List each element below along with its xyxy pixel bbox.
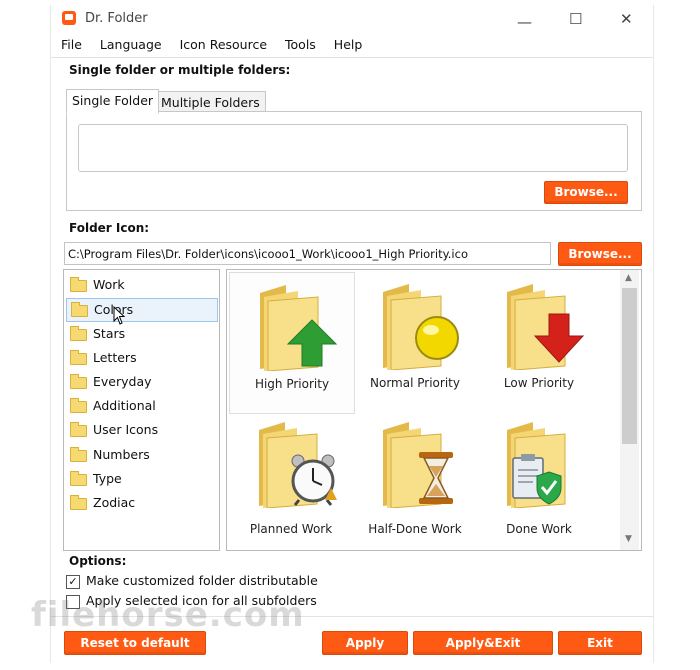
scroll-down-icon[interactable]: ▼: [625, 534, 632, 544]
maximize-icon[interactable]: ☐: [569, 10, 582, 28]
folder-icon: [70, 326, 87, 341]
section-heading-folder-icon: Folder Icon:: [69, 221, 150, 235]
close-icon[interactable]: ✕: [620, 10, 633, 28]
scrollbar[interactable]: ▲ ▼: [620, 270, 639, 550]
folder-icon: [70, 422, 87, 437]
icon-label: Half-Done Work: [368, 522, 462, 536]
hourglass-icon: [419, 452, 453, 504]
apply-exit-button[interactable]: Apply&Exit: [413, 631, 553, 655]
menu-bar: File Language Icon Resource Tools Help: [61, 37, 376, 55]
icon-item-planned-work[interactable]: Planned Work: [229, 410, 353, 550]
folder-icon: [70, 447, 87, 462]
tree-item-letters[interactable]: Letters: [70, 347, 215, 369]
icon-item-low-priority[interactable]: Low Priority: [477, 272, 601, 412]
menu-language[interactable]: Language: [100, 37, 162, 52]
apply-button[interactable]: Apply: [322, 631, 408, 655]
tree-item-work[interactable]: Work: [70, 274, 215, 296]
distributable-checkbox[interactable]: ✓: [66, 575, 80, 589]
browse-folder-button[interactable]: Browse...: [544, 181, 628, 204]
exit-button[interactable]: Exit: [558, 631, 642, 655]
scroll-thumb[interactable]: [622, 288, 637, 444]
reset-button[interactable]: Reset to default: [64, 631, 206, 655]
icon-item-half-done-work[interactable]: Half-Done Work: [353, 410, 477, 550]
icon-label: High Priority: [254, 377, 330, 391]
icon-label: Done Work: [506, 522, 572, 536]
menu-help[interactable]: Help: [334, 37, 363, 52]
circle-icon: [415, 316, 459, 360]
mouse-cursor-icon: [113, 306, 126, 325]
title-bar: Dr. Folder — ☐ ✕: [51, 5, 653, 35]
app-icon: [62, 11, 76, 25]
folder-icon: [70, 471, 87, 486]
down-arrow-icon: [533, 313, 585, 363]
scroll-up-icon[interactable]: ▲: [625, 273, 632, 283]
tree-item-type[interactable]: Type: [70, 468, 215, 490]
distributable-label: Make customized folder distributable: [86, 573, 318, 588]
menu-icon-resource[interactable]: Icon Resource: [180, 37, 267, 52]
section-heading-options: Options:: [69, 554, 127, 568]
minimize-icon[interactable]: —: [517, 13, 532, 31]
folder-icon: [70, 398, 87, 413]
tree-item-user-icons[interactable]: User Icons: [70, 419, 215, 441]
section-heading-folders: Single folder or multiple folders:: [69, 63, 291, 77]
up-arrow-icon: [286, 319, 338, 367]
clipboard-check-icon: [512, 454, 562, 505]
tree-item-stars[interactable]: Stars: [70, 323, 215, 345]
browse-icon-button[interactable]: Browse...: [558, 242, 642, 266]
folder-icon: [70, 495, 87, 510]
icon-item-high-priority[interactable]: High Priority: [229, 272, 355, 414]
tree-item-zodiac[interactable]: Zodiac: [70, 492, 215, 514]
icon-path-text: C:\Program Files\Dr. Folder\icons\icooo1…: [68, 247, 468, 261]
menu-tools[interactable]: Tools: [285, 37, 316, 52]
category-tree: Work Colors Stars Letters Everyday Addit…: [63, 269, 220, 551]
folder-icon: [70, 350, 87, 365]
icon-item-done-work[interactable]: Done Work: [477, 410, 601, 550]
menu-file[interactable]: File: [61, 37, 82, 52]
menu-divider: [51, 57, 653, 58]
tree-item-numbers[interactable]: Numbers: [70, 444, 215, 466]
icon-item-normal-priority[interactable]: Normal Priority: [353, 272, 477, 412]
single-folder-panel: Browse...: [66, 111, 642, 211]
tree-item-everyday[interactable]: Everyday: [70, 371, 215, 393]
alarm-clock-icon: [291, 454, 337, 506]
folder-drop-field[interactable]: [78, 124, 628, 172]
icon-label: Low Priority: [503, 376, 575, 390]
folder-icon: [71, 302, 88, 317]
icon-grid: ▲ ▼ High Priority Normal Priority Low Pr…: [226, 269, 642, 551]
tree-item-additional[interactable]: Additional: [70, 395, 215, 417]
folder-icon: [70, 374, 87, 389]
icon-label: Planned Work: [249, 522, 333, 536]
icon-path-field[interactable]: C:\Program Files\Dr. Folder\icons\icooo1…: [64, 242, 551, 265]
watermark-logo: filehorse.com: [31, 595, 305, 635]
window-title: Dr. Folder: [85, 11, 148, 26]
tab-single-folder[interactable]: Single Folder: [66, 89, 160, 114]
tree-item-colors[interactable]: Colors: [66, 298, 218, 322]
main-window: Dr. Folder — ☐ ✕ File Language Icon Reso…: [31, 5, 654, 663]
folder-icon: [70, 277, 87, 292]
icon-label: Normal Priority: [370, 376, 460, 390]
